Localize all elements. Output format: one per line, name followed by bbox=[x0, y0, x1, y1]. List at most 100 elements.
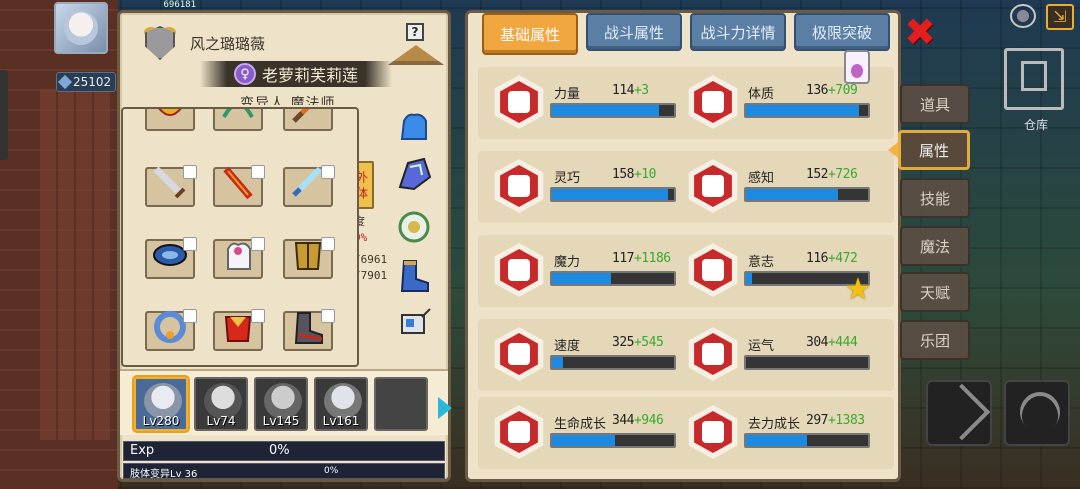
stat-name: 体质 bbox=[748, 87, 775, 102]
stat-cell[interactable]: 魔力 117+1186 bbox=[492, 239, 682, 307]
tab-power-details[interactable]: 战斗力详情 bbox=[690, 13, 786, 51]
team-member-level: Lv74 bbox=[206, 414, 236, 428]
stat-bonus-value: +946 bbox=[633, 413, 664, 428]
globe-icon[interactable] bbox=[1010, 4, 1036, 28]
stat-name: 运气 bbox=[748, 339, 775, 354]
close-icon[interactable]: ✖ bbox=[900, 12, 940, 52]
tab-limit-break[interactable]: 极限突破 bbox=[794, 13, 890, 51]
equip-slot[interactable] bbox=[213, 309, 265, 351]
equip-slot[interactable] bbox=[145, 109, 195, 131]
dark-boots-icon bbox=[294, 312, 323, 344]
side-equipment-column bbox=[388, 107, 442, 347]
tab-basic-attributes[interactable]: 基础属性 bbox=[482, 13, 578, 55]
white-glove-icon bbox=[227, 242, 251, 270]
team-member-slot-empty[interactable] bbox=[374, 377, 428, 431]
exp-bar: Exp 0% bbox=[123, 441, 445, 461]
life-heart-icon bbox=[494, 405, 544, 459]
stat-cell[interactable]: 力量 114+3 bbox=[492, 71, 682, 139]
stat-value: 117+1186 bbox=[612, 251, 671, 266]
blue-boots-icon[interactable] bbox=[394, 255, 434, 295]
stat-cell[interactable]: 灵巧 158+10 bbox=[492, 155, 682, 223]
stat-cell[interactable]: 生命成长 344+946 bbox=[492, 401, 682, 469]
stat-value: 116+472 bbox=[806, 251, 858, 266]
equip-slot[interactable] bbox=[145, 309, 197, 351]
equip-slot[interactable] bbox=[213, 237, 265, 279]
stat-value: 325+545 bbox=[612, 335, 664, 350]
crystal-gauntlet-icon[interactable] bbox=[394, 155, 434, 195]
team-member-slot[interactable]: Lv145 bbox=[254, 377, 308, 431]
stat-name: 灵巧 bbox=[554, 171, 581, 186]
stat-progress-fill bbox=[552, 273, 611, 284]
equip-slot[interactable] bbox=[283, 165, 335, 207]
stat-cell[interactable]: 感知 152+726 bbox=[686, 155, 876, 223]
ice-sword-icon bbox=[292, 166, 323, 197]
bow-skill-slot[interactable] bbox=[1004, 380, 1070, 446]
menu-items[interactable]: 道具 bbox=[900, 84, 970, 124]
stat-progress-bar bbox=[550, 187, 676, 202]
warehouse-icon[interactable] bbox=[1004, 48, 1064, 110]
team-member-slot[interactable]: Lv74 bbox=[194, 377, 248, 431]
limb-mutation-bar: 肢体变异Lv 36 0% bbox=[123, 463, 445, 480]
wardrobe-button[interactable]: ? bbox=[388, 23, 444, 67]
blue-glove-icon[interactable] bbox=[394, 109, 434, 149]
stat-bonus-value: +1186 bbox=[633, 251, 671, 266]
equip-slot[interactable] bbox=[145, 165, 197, 207]
team-member-slot[interactable]: Lv161 bbox=[314, 377, 368, 431]
menu-attributes[interactable]: 属性 bbox=[898, 130, 970, 170]
stat-cell[interactable]: 速度 325+545 bbox=[492, 323, 682, 391]
menu-skills[interactable]: 技能 bbox=[900, 178, 970, 218]
stat-progress-fill bbox=[552, 189, 668, 200]
team-roster: Lv280 Lv74 Lv145 Lv161 bbox=[120, 369, 452, 435]
attribute-panel: 基础属性 战斗属性 战斗力详情 极限突破 力量 114+3 体质 136+709 灵巧 1… bbox=[465, 10, 901, 482]
exp-label: Exp bbox=[130, 443, 155, 458]
limb-mutation-label: 肢体变异Lv 36 bbox=[130, 469, 198, 480]
stat-bonus-value: +444 bbox=[827, 335, 858, 350]
equip-slot[interactable] bbox=[283, 309, 335, 351]
character-header: 风之璐璐薇 ? ♀ 老萝莉芙莉莲 变异人 魔法师 bbox=[120, 13, 448, 109]
exit-icon[interactable]: ⇲ bbox=[1046, 4, 1074, 30]
stat-progress-bar bbox=[744, 103, 870, 118]
equip-slot[interactable] bbox=[283, 237, 335, 279]
tab-combat-attributes[interactable]: 战斗属性 bbox=[586, 13, 682, 51]
power-counter: 25102 bbox=[56, 72, 116, 92]
weapon-skill-slot[interactable] bbox=[926, 380, 992, 446]
luck-clover-icon bbox=[688, 327, 738, 381]
team-member-level: Lv280 bbox=[142, 414, 180, 428]
stat-value: 304+444 bbox=[806, 335, 858, 350]
robot-pet-icon[interactable] bbox=[394, 305, 434, 345]
help-icon[interactable]: ? bbox=[406, 23, 424, 41]
class-name: 风之璐璐薇 bbox=[190, 35, 266, 53]
stat-progress-fill bbox=[746, 435, 807, 446]
equip-slot[interactable] bbox=[283, 109, 333, 131]
hanger-icon bbox=[388, 45, 444, 65]
stat-value: 297+1383 bbox=[806, 413, 865, 428]
star-icon[interactable]: ★ bbox=[842, 274, 874, 306]
stat-cell[interactable]: 运气 304+444 bbox=[686, 323, 876, 391]
golden-armor-icon bbox=[294, 242, 322, 270]
menu-magic[interactable]: 魔法 bbox=[900, 226, 970, 266]
stat-progress-bar bbox=[550, 355, 676, 370]
stat-base-value: 152 bbox=[806, 167, 828, 182]
potion-icon[interactable] bbox=[844, 50, 870, 84]
power-value: 25102 bbox=[73, 75, 112, 89]
equip-slot[interactable] bbox=[145, 237, 197, 279]
stat-bonus-value: +3 bbox=[633, 83, 649, 98]
team-member-slot[interactable]: Lv280 bbox=[134, 377, 188, 431]
speed-wing-icon bbox=[494, 327, 544, 381]
team-next-arrow-icon[interactable] bbox=[438, 397, 452, 419]
equip-slot[interactable] bbox=[213, 165, 265, 207]
magic-swirl-icon bbox=[494, 243, 544, 297]
stat-progress-bar bbox=[744, 187, 870, 202]
menu-talent[interactable]: 天赋 bbox=[900, 272, 970, 312]
hero-portrait[interactable] bbox=[54, 2, 108, 54]
jade-amulet-icon[interactable] bbox=[394, 207, 434, 247]
edge-drawer-handle[interactable] bbox=[0, 70, 8, 160]
stat-name: 速度 bbox=[554, 339, 581, 354]
golden-charm-icon bbox=[158, 109, 182, 116]
equip-slot[interactable] bbox=[213, 109, 263, 131]
stat-progress-fill bbox=[552, 105, 660, 116]
menu-band[interactable]: 乐团 bbox=[900, 320, 970, 360]
stat-cell[interactable]: 去力成长 297+1383 bbox=[686, 401, 876, 469]
exp-value: 0% bbox=[269, 443, 290, 458]
stat-name: 魔力 bbox=[554, 255, 581, 270]
